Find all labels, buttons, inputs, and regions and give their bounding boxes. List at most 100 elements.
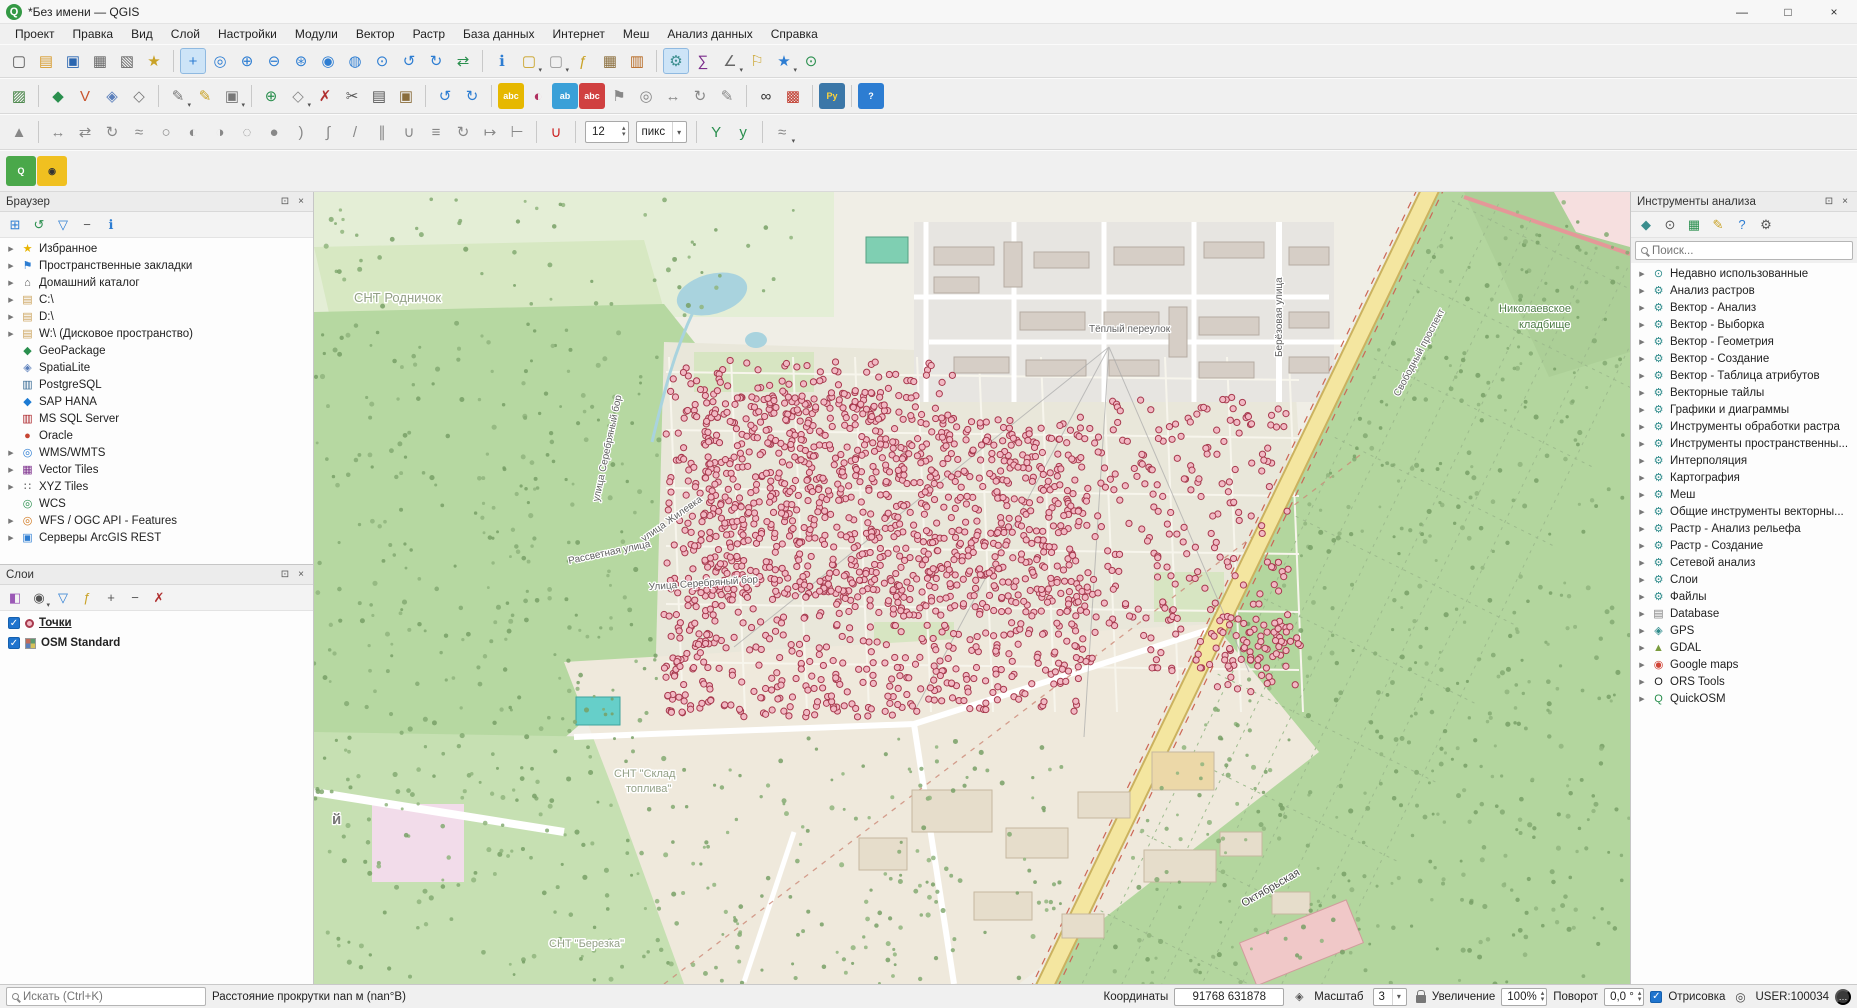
crs-value[interactable]: USER:100034	[1755, 991, 1829, 1003]
offset-curve-button[interactable]: )	[288, 119, 314, 145]
expander-icon[interactable]: ▶	[1637, 610, 1647, 618]
rotate-feature-button[interactable]: ↻	[99, 119, 125, 145]
snapping-toggle-button[interactable]: ∪	[543, 119, 569, 145]
redo-button[interactable]: ↻	[459, 83, 485, 109]
browser-item-spatialite[interactable]: ▶◈SpatiaLite	[0, 359, 313, 376]
menu-plugins[interactable]: Модули	[286, 25, 347, 43]
open-attribute-table-button[interactable]: ▦	[597, 48, 623, 74]
browser-item-mssql[interactable]: ▶▥MS SQL Server	[0, 410, 313, 427]
menu-vector[interactable]: Вектор	[347, 25, 404, 43]
browser-item-spatial-bookmarks[interactable]: ▶⚑Пространственные закладки	[0, 257, 313, 274]
fill-ring-button[interactable]: ◑	[207, 119, 233, 145]
expander-icon[interactable]: ▶	[1637, 542, 1647, 550]
scale-combo[interactable]: 3 ▾	[1373, 988, 1407, 1006]
zoom-to-layer-button[interactable]: ◍	[342, 48, 368, 74]
toolbox-provider-ors[interactable]: ▶OORS Tools	[1631, 673, 1857, 690]
expander-icon[interactable]: ▶	[1637, 491, 1647, 499]
deselect-features-button[interactable]: ▢	[543, 48, 569, 74]
delete-ring-button[interactable]: ◌	[234, 119, 260, 145]
layer-styling-button[interactable]: ◧	[4, 587, 26, 609]
new-geopackage-button[interactable]: ◆	[45, 83, 71, 109]
toolbox-group-raster-analysis[interactable]: ▶⚙Анализ растров	[1631, 282, 1857, 299]
menu-settings[interactable]: Настройки	[209, 25, 286, 43]
menu-mesh[interactable]: Меш	[614, 25, 658, 43]
move-feature-button[interactable]: ↔	[45, 119, 71, 145]
chevron-down-icon[interactable]: ▾	[1392, 989, 1401, 1005]
toolbox-group-raster-terrain[interactable]: ▶⚙Растр - Анализ рельефа	[1631, 520, 1857, 537]
browser-item-wfs[interactable]: ▶◎WFS / OGC API - Features	[0, 512, 313, 529]
select-by-expression-button[interactable]: ƒ	[570, 48, 596, 74]
toolbox-provider-google-maps[interactable]: ▶◉Google maps	[1631, 656, 1857, 673]
browser-collapse-all-button[interactable]: −	[76, 214, 98, 236]
osm-layer-button[interactable]: ▩	[780, 83, 806, 109]
cut-features-button[interactable]: ✂	[339, 83, 365, 109]
statistics-panel-button[interactable]: ∑	[690, 48, 716, 74]
crs-icon[interactable]: ◎	[1731, 988, 1749, 1006]
split-features-button[interactable]: /	[342, 119, 368, 145]
browser-item-vector-tiles[interactable]: ▶▦Vector Tiles	[0, 461, 313, 478]
zoom-in-button[interactable]: ⊕	[234, 48, 260, 74]
map-tips-button[interactable]: ⚐	[744, 48, 770, 74]
toolbox-group-raster-creation[interactable]: ▶⚙Растр - Создание	[1631, 537, 1857, 554]
menu-layer[interactable]: Слой	[162, 25, 209, 43]
browser-item-xyz-tiles[interactable]: ▶∷XYZ Tiles	[0, 478, 313, 495]
messages-button[interactable]: …	[1835, 989, 1851, 1005]
maximize-button[interactable]: □	[1765, 0, 1811, 24]
expander-icon[interactable]: ▶	[1637, 321, 1647, 329]
browser-float-button[interactable]: ⊡	[277, 194, 293, 210]
expander-icon[interactable]: ▶	[1637, 406, 1647, 414]
map-themes-button[interactable]: ◉	[28, 587, 50, 609]
results-viewer-button[interactable]: ▦	[1683, 214, 1705, 236]
expander-icon[interactable]: ▶	[6, 466, 16, 474]
layer-diagram-button[interactable]: ◐	[525, 83, 551, 109]
expander-icon[interactable]: ▶	[1637, 389, 1647, 397]
zoom-last-button[interactable]: ↺	[396, 48, 422, 74]
menu-raster[interactable]: Растр	[404, 25, 454, 43]
change-label-button[interactable]: ✎	[714, 83, 740, 109]
highlight-labels-button[interactable]: ◎	[633, 83, 659, 109]
expander-icon[interactable]: ▶	[1637, 627, 1647, 635]
menu-web[interactable]: Интернет	[544, 25, 614, 43]
layout-manager-button[interactable]: ▧	[114, 48, 140, 74]
refresh-map-button[interactable]: ⇄	[450, 48, 476, 74]
expander-icon[interactable]: ▶	[1637, 270, 1647, 278]
toolbox-group-vector-selection[interactable]: ▶⚙Вектор - Выборка	[1631, 316, 1857, 333]
toolbox-group-vector-tiles[interactable]: ▶⚙Векторные тайлы	[1631, 384, 1857, 401]
snap-tolerance-spinbox[interactable]: 12 ▴▾	[585, 121, 629, 143]
close-button[interactable]: ×	[1811, 0, 1857, 24]
toolbox-group-vector-table[interactable]: ▶⚙Вектор - Таблица атрибутов	[1631, 367, 1857, 384]
expander-icon[interactable]: ▶	[1637, 644, 1647, 652]
open-project-button[interactable]: ▤	[33, 48, 59, 74]
expander-icon[interactable]: ▶	[1637, 338, 1647, 346]
expander-icon[interactable]: ▶	[1637, 474, 1647, 482]
expander-icon[interactable]: ▶	[6, 296, 16, 304]
browser-item-favorites[interactable]: ▶★Избранное	[0, 240, 313, 257]
simplify-feature-button[interactable]: ≈	[126, 119, 152, 145]
field-calculator-button[interactable]: ▥	[624, 48, 650, 74]
magnifier-spinbox[interactable]: 100% ▴▾	[1501, 988, 1547, 1006]
minimize-button[interactable]: —	[1719, 0, 1765, 24]
coords-format-toggle-button[interactable]: ◈	[1290, 988, 1308, 1006]
toolbox-group-plots[interactable]: ▶⚙Графики и диаграммы	[1631, 401, 1857, 418]
remove-layer-button[interactable]: ✗	[148, 587, 170, 609]
toolbox-panel-header[interactable]: Инструменты анализа ⊡ ×	[1631, 192, 1857, 212]
vertex-tool-button[interactable]: ◇	[285, 83, 311, 109]
layer-item-osm-standard[interactable]: ✓ OSM Standard	[0, 633, 313, 653]
advanced-digitizing-button[interactable]: ▲	[6, 119, 32, 145]
scale-lock-icon[interactable]	[1416, 995, 1426, 1003]
locator-search[interactable]	[6, 987, 206, 1006]
toolbox-group-mesh[interactable]: ▶⚙Меш	[1631, 486, 1857, 503]
browser-item-oracle[interactable]: ▶●Oracle	[0, 427, 313, 444]
layers-float-button[interactable]: ⊡	[277, 567, 293, 583]
delete-selected-button[interactable]: ✗	[312, 83, 338, 109]
menu-analysis[interactable]: Анализ данных	[658, 25, 761, 43]
expander-icon[interactable]: ▶	[6, 483, 16, 491]
zoom-full-button[interactable]: ⊛	[288, 48, 314, 74]
toolbox-group-recent[interactable]: ▶⊙Недавно использованные	[1631, 265, 1857, 282]
add-ring-button[interactable]: ○	[153, 119, 179, 145]
browser-item-arcgis[interactable]: ▶▣Серверы ArcGIS REST	[0, 529, 313, 546]
title-bar[interactable]: Q *Без имени — QGIS — □ ×	[0, 0, 1857, 24]
rotation-spinbox[interactable]: 0,0 ° ▴▾	[1604, 988, 1644, 1006]
spin-arrows[interactable]: ▴▾	[1638, 991, 1642, 1003]
new-scratch-layer-button[interactable]: ◇	[126, 83, 152, 109]
